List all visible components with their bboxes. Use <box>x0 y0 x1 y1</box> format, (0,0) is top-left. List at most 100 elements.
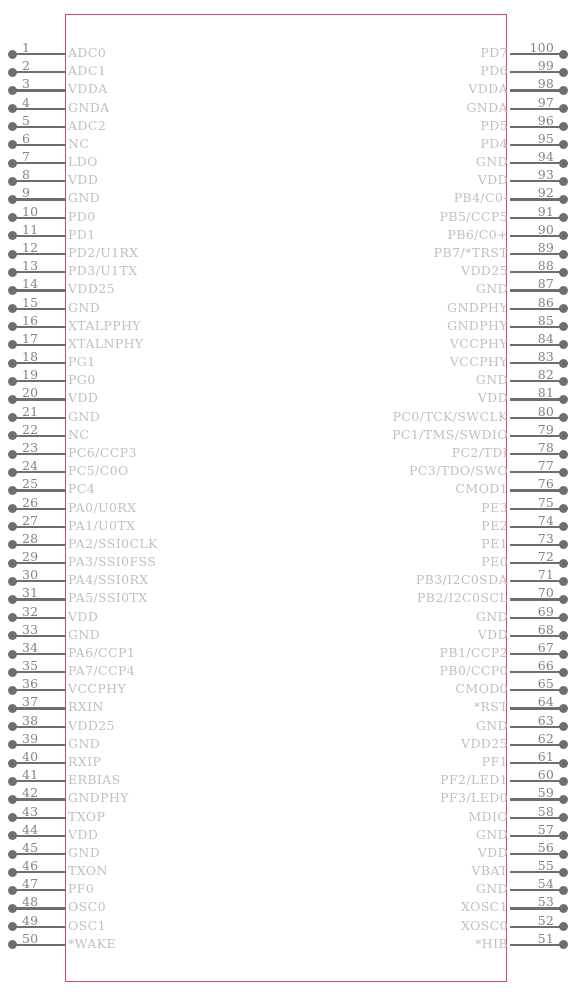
pin-label: MDIO <box>468 808 508 824</box>
pin-91[interactable]: 91 PB5/CCP5 <box>0 204 576 227</box>
pin-83[interactable]: 83 VCCPHY <box>0 350 576 372</box>
pin-52[interactable]: 52 XOSC0 <box>0 913 576 936</box>
pin-77[interactable]: 77 PC3/TDO/SWO <box>0 459 576 481</box>
pin-62[interactable]: 62 VDD25 <box>0 731 576 754</box>
pin-number: 73 <box>537 530 554 546</box>
pin-94[interactable]: 94 GND <box>0 150 576 172</box>
pin-number: 63 <box>537 712 554 728</box>
pin-89[interactable]: 89 PB7/*TRST <box>0 240 576 263</box>
pin-70[interactable]: 70 PB2/I2C0SCL <box>0 586 576 608</box>
pin-number: 69 <box>537 603 554 619</box>
pin-number: 55 <box>537 858 554 874</box>
pin-number: 86 <box>537 294 554 310</box>
pin-label: PD5 <box>480 117 508 133</box>
pin-57[interactable]: 57 GND <box>0 822 576 845</box>
pin-label: CMOD0 <box>455 681 508 697</box>
pin-number: 52 <box>537 912 554 928</box>
pin-76[interactable]: 76 CMOD1 <box>0 477 576 499</box>
pin-label: *HIB <box>475 935 508 951</box>
pin-58[interactable]: 58 MDIO <box>0 804 576 827</box>
pin-number: 60 <box>537 767 554 783</box>
pin-74[interactable]: 74 PE2 <box>0 513 576 536</box>
pin-55[interactable]: 55 VBAT <box>0 859 576 881</box>
pin-number: 51 <box>537 930 554 946</box>
pin-number: 68 <box>537 621 554 637</box>
pin-81[interactable]: 81 VDD <box>0 386 576 408</box>
pin-61[interactable]: 61 PF1 <box>0 750 576 772</box>
pin-67[interactable]: 67 PB1/CCP2 <box>0 640 576 663</box>
pin-73[interactable]: 73 PE1 <box>0 531 576 554</box>
pin-number: 94 <box>537 149 554 165</box>
pin-92[interactable]: 92 PB4/C0- <box>0 186 576 208</box>
pin-87[interactable]: 87 GND <box>0 277 576 299</box>
ic-pinout-diagram: 1 ADC0 2 ADC1 3 VDDA 4 GNDA 5 ADC2 6 NC 7 LDO 8 VDD 9 GND… <box>0 0 576 1000</box>
pin-number: 88 <box>537 258 554 274</box>
pin-number: 85 <box>537 312 554 328</box>
pin-number: 61 <box>537 749 554 765</box>
pin-number: 70 <box>537 585 554 601</box>
pin-number: 65 <box>537 676 554 692</box>
pin-number: 80 <box>537 403 554 419</box>
pin-95[interactable]: 95 PD4 <box>0 131 576 154</box>
pin-66[interactable]: 66 PB0/CCP0 <box>0 659 576 681</box>
pin-label: XOSC1 <box>460 899 508 915</box>
pin-84[interactable]: 84 VCCPHY <box>0 331 576 354</box>
pin-number: 72 <box>537 549 554 565</box>
pin-54[interactable]: 54 GND <box>0 877 576 899</box>
pin-86[interactable]: 86 GNDPHY <box>0 295 576 318</box>
pin-79[interactable]: 79 PC1/TMS/SWDIO <box>0 422 576 445</box>
pin-63[interactable]: 63 GND <box>0 713 576 736</box>
pin-72[interactable]: 72 PE0 <box>0 550 576 572</box>
pin-number: 96 <box>537 112 554 128</box>
pin-number: 64 <box>537 694 554 710</box>
pin-88[interactable]: 88 VDD25 <box>0 259 576 281</box>
pin-80[interactable]: 80 PC0/TCK/SWCLK <box>0 404 576 427</box>
pin-label: GND <box>475 826 508 842</box>
pin-label: PE1 <box>481 535 508 551</box>
pin-59[interactable]: 59 PF3/LED0 <box>0 786 576 808</box>
pin-number: 78 <box>537 439 554 455</box>
pin-label: PE2 <box>481 517 508 533</box>
pin-label: GND <box>475 154 508 170</box>
pin-53[interactable]: 53 XOSC1 <box>0 895 576 917</box>
pin-99[interactable]: 99 PD6 <box>0 59 576 81</box>
pin-56[interactable]: 56 VDD <box>0 840 576 863</box>
pin-71[interactable]: 71 PB3/I2C0SDA <box>0 568 576 590</box>
pin-label: VDDA <box>468 81 508 97</box>
pin-60[interactable]: 60 PF2/LED1 <box>0 768 576 790</box>
pin-label: VDD <box>477 172 508 188</box>
pin-number: 75 <box>537 494 554 510</box>
pin-82[interactable]: 82 GND <box>0 368 576 390</box>
pin-number: 83 <box>537 349 554 365</box>
pin-label: PB4/C0- <box>453 190 508 206</box>
pin-label: PB7/*TRST <box>433 244 508 260</box>
pin-93[interactable]: 93 VDD <box>0 168 576 190</box>
pin-69[interactable]: 69 GND <box>0 604 576 627</box>
pin-label: PF3/LED0 <box>440 790 508 806</box>
pin-number: 58 <box>537 803 554 819</box>
pin-97[interactable]: 97 GNDA <box>0 95 576 118</box>
pin-78[interactable]: 78 PC2/TDI <box>0 440 576 463</box>
pin-90[interactable]: 90 PB6/C0+ <box>0 222 576 245</box>
pin-51[interactable]: 51 *HIB <box>0 931 576 954</box>
pin-100[interactable]: 100 PD7 <box>0 41 576 63</box>
pin-number: 81 <box>537 385 554 401</box>
pin-label: PB6/C0+ <box>447 226 508 242</box>
pin-96[interactable]: 96 PD5 <box>0 113 576 136</box>
pin-label: VDD <box>477 390 508 406</box>
pin-label: PD7 <box>480 45 508 60</box>
pin-65[interactable]: 65 CMOD0 <box>0 677 576 699</box>
pin-label: PC2/TDI <box>451 444 508 460</box>
pin-number: 77 <box>537 458 554 474</box>
pin-number: 92 <box>537 185 554 201</box>
pin-label: VCCPHY <box>449 354 508 370</box>
pin-number: 82 <box>537 367 554 383</box>
pin-label: GND <box>475 281 508 297</box>
pin-64[interactable]: 64 *RST <box>0 695 576 717</box>
pin-number: 93 <box>537 167 554 183</box>
pin-label: GND <box>475 881 508 897</box>
pin-85[interactable]: 85 GNDPHY <box>0 313 576 336</box>
pin-68[interactable]: 68 VDD <box>0 622 576 645</box>
pin-98[interactable]: 98 VDDA <box>0 77 576 99</box>
pin-75[interactable]: 75 PE3 <box>0 495 576 518</box>
